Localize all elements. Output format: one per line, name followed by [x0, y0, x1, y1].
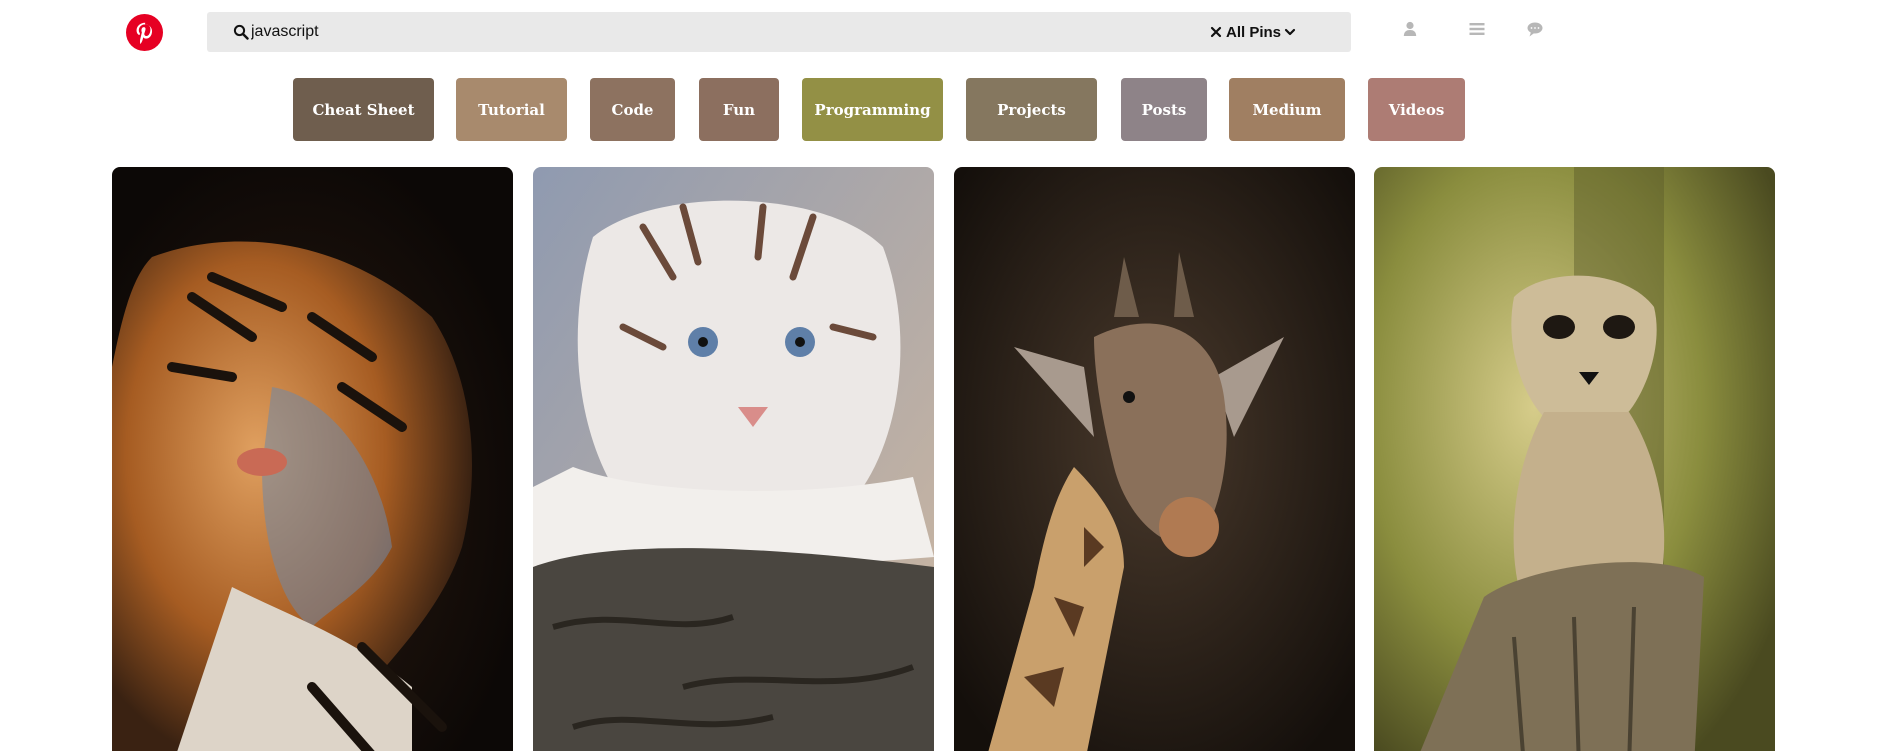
category-label: Posts	[1141, 100, 1187, 119]
pin-card-meerkat[interactable]	[1374, 167, 1775, 751]
category-chip-posts[interactable]: Posts	[1121, 78, 1207, 141]
search-input[interactable]	[251, 12, 1151, 52]
search-bar[interactable]: All Pins	[207, 12, 1351, 52]
chat-icon[interactable]	[1526, 20, 1544, 38]
category-chip-tutorial[interactable]: Tutorial	[456, 78, 567, 141]
category-chip-medium[interactable]: Medium	[1229, 78, 1345, 141]
white-tiger-cub-image	[533, 167, 934, 751]
category-label: Projects	[997, 100, 1066, 119]
user-icon[interactable]	[1401, 20, 1419, 38]
search-icon	[233, 24, 249, 40]
close-icon[interactable]	[1210, 26, 1222, 38]
filter-label: All Pins	[1226, 23, 1282, 41]
pin-card-tiger[interactable]	[112, 167, 513, 751]
category-chip-fun[interactable]: Fun	[699, 78, 779, 141]
category-label: Videos	[1388, 100, 1445, 119]
category-label: Programming	[814, 100, 931, 119]
category-label: Code	[611, 100, 654, 119]
pin-filter-dropdown[interactable]: All Pins	[1210, 12, 1340, 52]
category-label: Medium	[1252, 100, 1322, 119]
giraffe-image	[954, 167, 1355, 751]
category-label: Tutorial	[478, 100, 545, 119]
chevron-down-icon	[1284, 28, 1296, 36]
menu-icon[interactable]	[1468, 20, 1486, 38]
category-label: Fun	[722, 100, 756, 119]
category-chip-code[interactable]: Code	[590, 78, 675, 141]
meerkat-image	[1374, 167, 1775, 751]
category-label: Cheat Sheet	[312, 100, 415, 119]
category-chip-cheat-sheet[interactable]: Cheat Sheet	[293, 78, 434, 141]
category-chip-programming[interactable]: Programming	[802, 78, 943, 141]
pin-card-giraffe[interactable]	[954, 167, 1355, 751]
category-chip-projects[interactable]: Projects	[966, 78, 1097, 141]
pinterest-logo-icon[interactable]	[126, 14, 163, 51]
tiger-image	[112, 167, 513, 751]
pin-card-white-tiger-cub[interactable]	[533, 167, 934, 751]
category-chip-videos[interactable]: Videos	[1368, 78, 1465, 141]
pinterest-p-icon	[136, 22, 152, 44]
